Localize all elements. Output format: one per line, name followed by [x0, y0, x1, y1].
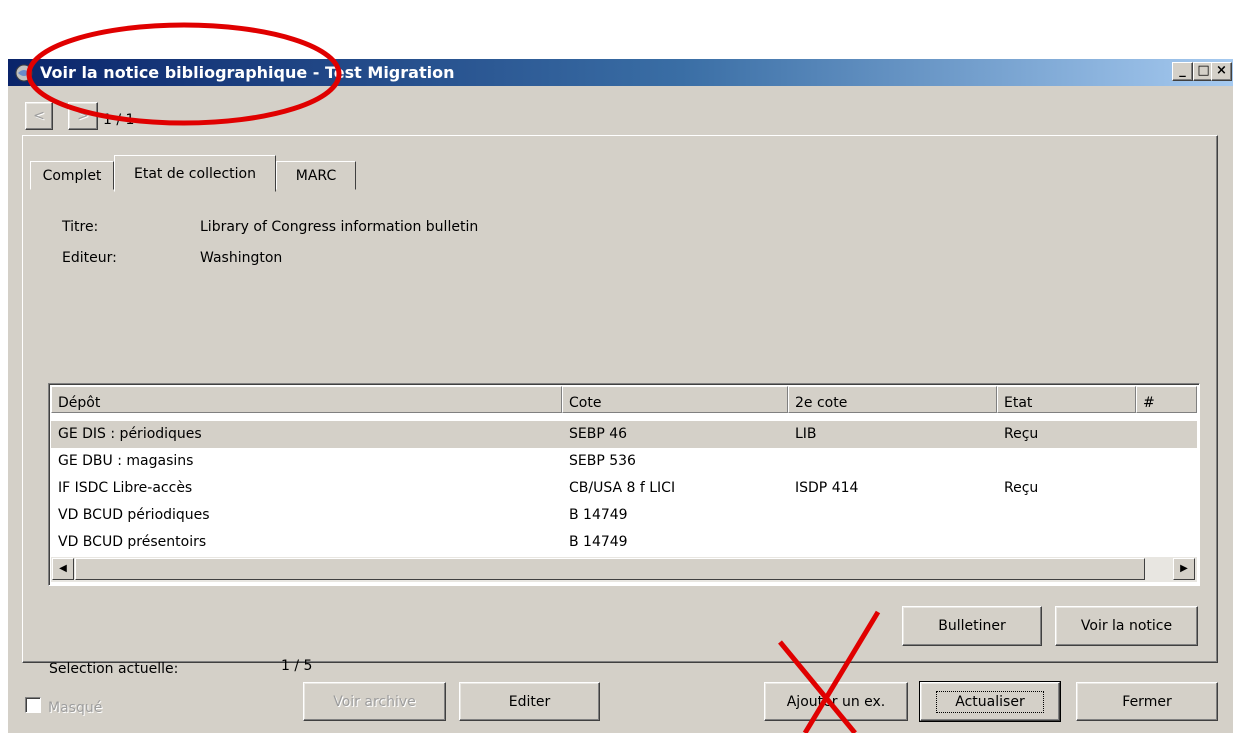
bulletiner-label: Bulletiner	[938, 618, 1006, 634]
cell-2e-cote: LIB	[795, 426, 817, 442]
cell-cote: SEBP 46	[569, 426, 628, 442]
column-header-count[interactable]: #	[1136, 386, 1197, 413]
table-row[interactable]: VD BCUD présentoirs B 14749	[51, 529, 1197, 556]
column-header-cote[interactable]: Cote	[562, 386, 788, 413]
cell-depot: VD BCUD périodiques	[58, 507, 210, 523]
record-position: 1 / 1	[103, 112, 135, 128]
chevron-left-icon: <	[33, 108, 45, 124]
masque-label: Masqué	[48, 700, 103, 716]
tab-marc[interactable]: MARC	[276, 161, 356, 190]
cell-cote: B 14749	[569, 534, 628, 550]
actualiser-button[interactable]: Actualiser	[919, 681, 1061, 722]
minimize-icon: _	[1179, 63, 1186, 78]
voir-la-notice-label: Voir la notice	[1080, 618, 1173, 634]
cell-2e-cote: ISDP 414	[795, 480, 859, 496]
title-value: Library of Congress information bulletin	[200, 219, 479, 235]
scroll-left-button[interactable]: ◀	[52, 558, 74, 580]
column-header-etat[interactable]: Etat	[997, 386, 1136, 413]
cell-cote: B 14749	[569, 507, 628, 523]
publisher-label: Editeur:	[62, 250, 117, 266]
scroll-right-button[interactable]: ▶	[1173, 558, 1195, 580]
editer-button[interactable]: Editer	[459, 682, 600, 721]
fermer-label: Fermer	[1122, 693, 1172, 710]
app-icon	[15, 64, 33, 82]
ajouter-exemplaire-label: Ajouter un ex.	[786, 693, 886, 710]
ajouter-exemplaire-button[interactable]: Ajouter un ex.	[764, 682, 908, 721]
publisher-value: Washington	[200, 250, 283, 266]
table-row[interactable]: GE DBU : magasins SEBP 536	[51, 448, 1197, 475]
table-row[interactable]: IF ISDC Libre-accès CB/USA 8 f LICI ISDP…	[51, 475, 1197, 502]
selection-label: Selection actuelle:	[49, 661, 179, 677]
chevron-right-icon: >	[77, 108, 89, 124]
cell-depot: VD BCUD présentoirs	[58, 534, 207, 550]
voir-la-notice-button[interactable]: Voir la notice	[1055, 606, 1198, 646]
cell-cote: CB/USA 8 f LICI	[569, 480, 676, 496]
cell-depot: GE DBU : magasins	[58, 453, 194, 469]
title-bar[interactable]: Voir la notice bibliographique - Test Mi…	[8, 59, 1233, 86]
arrow-left-icon: ◀	[59, 563, 67, 574]
bulletiner-button[interactable]: Bulletiner	[902, 606, 1042, 646]
masque-checkbox[interactable]	[25, 697, 41, 713]
tab-complet[interactable]: Complet	[30, 161, 114, 190]
tab-complet-label: Complet	[42, 167, 102, 184]
close-window-button[interactable]: ×	[1211, 62, 1232, 81]
column-header-depot[interactable]: Dépôt	[51, 386, 562, 413]
actualiser-label: Actualiser	[936, 690, 1044, 713]
tab-marc-label: MARC	[295, 167, 337, 184]
scrollbar-thumb[interactable]	[75, 558, 1145, 580]
table-row[interactable]: VD BCUD périodiques B 14749	[51, 502, 1197, 529]
table-row[interactable]: GE DIS : périodiques SEBP 46 LIB Reçu	[51, 421, 1197, 448]
title-label: Titre:	[62, 219, 99, 235]
next-record-button[interactable]: >	[68, 102, 98, 130]
horizontal-scrollbar[interactable]: ◀ ▶	[51, 557, 1197, 582]
cell-cote: SEBP 536	[569, 453, 636, 469]
selection-value: 1 / 5	[281, 658, 313, 674]
voir-archive-button[interactable]: Voir archive	[303, 682, 446, 721]
cell-depot: GE DIS : périodiques	[58, 426, 202, 442]
column-header-2e-cote[interactable]: 2e cote	[788, 386, 997, 413]
maximize-icon: □	[1197, 63, 1210, 78]
minimize-button[interactable]: _	[1172, 62, 1193, 81]
voir-archive-label: Voir archive	[333, 693, 416, 710]
editer-label: Editer	[508, 693, 551, 710]
fermer-button[interactable]: Fermer	[1076, 682, 1218, 721]
arrow-right-icon: ▶	[1180, 563, 1188, 574]
close-icon: ×	[1216, 63, 1227, 78]
previous-record-button[interactable]: <	[25, 102, 53, 130]
cell-depot: IF ISDC Libre-accès	[58, 480, 193, 496]
tab-etat-de-collection[interactable]: Etat de collection	[114, 155, 276, 192]
cell-etat: Reçu	[1004, 480, 1039, 496]
cell-etat: Reçu	[1004, 426, 1039, 442]
holdings-table: Dépôt Cote 2e cote Etat # GE DIS : pério…	[48, 383, 1200, 586]
tab-etat-de-collection-label: Etat de collection	[134, 165, 256, 182]
window-title: Voir la notice bibliographique - Test Mi…	[40, 63, 455, 82]
